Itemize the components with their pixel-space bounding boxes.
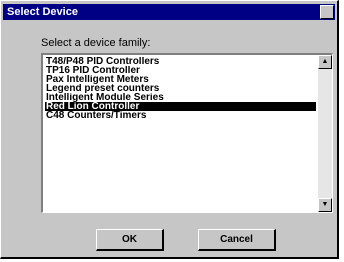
list-item[interactable]: Intelligent Module Series xyxy=(45,93,316,102)
list-item[interactable]: TP16 PID Controller xyxy=(45,66,316,75)
list-item[interactable]: C48 Counters/Timers xyxy=(45,111,316,120)
select-device-dialog: Select Device Select a device family: T4… xyxy=(0,0,339,259)
close-icon[interactable] xyxy=(320,5,334,19)
list-item[interactable]: Red Lion Controller xyxy=(45,102,316,111)
device-family-label: Select a device family: xyxy=(41,37,151,49)
scroll-down-icon[interactable]: ▼ xyxy=(318,198,332,212)
title-bar[interactable]: Select Device xyxy=(3,4,335,20)
vertical-scrollbar[interactable]: ▲ ▼ xyxy=(318,55,332,212)
scroll-up-icon[interactable]: ▲ xyxy=(318,55,332,69)
window-title: Select Device xyxy=(7,6,78,18)
device-family-list[interactable]: T48/P48 PID Controllers TP16 PID Controll… xyxy=(41,53,333,213)
list-item[interactable]: Pax Intelligent Meters xyxy=(45,75,316,84)
ok-button[interactable]: OK xyxy=(96,229,164,251)
list-item[interactable]: Legend preset counters xyxy=(45,84,316,93)
cancel-button[interactable]: Cancel xyxy=(198,229,276,251)
list-item[interactable]: T48/P48 PID Controllers xyxy=(45,57,316,66)
